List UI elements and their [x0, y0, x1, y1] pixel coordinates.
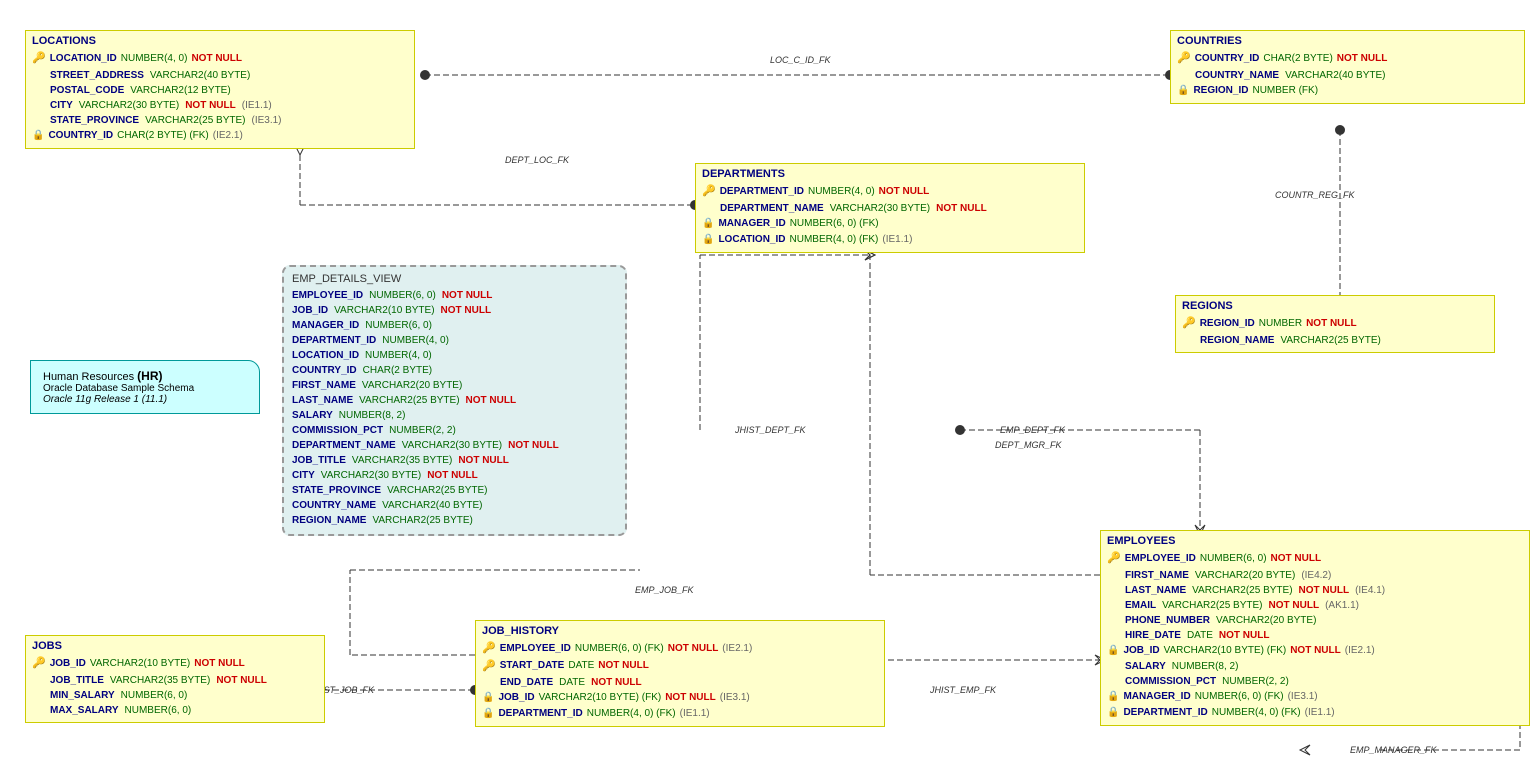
view-row-city: CITY VARCHAR2(30 BYTE) NOT NULL	[292, 468, 617, 483]
employees-row-ln: LAST_NAME VARCHAR2(25 BYTE) NOT NULL (IE…	[1107, 583, 1523, 598]
table-departments: DEPARTMENTS 🔑 DEPARTMENT_ID NUMBER(4, 0)…	[695, 163, 1085, 253]
locations-pk-row: 🔑 LOCATION_ID NUMBER(4, 0) NOT NULL	[32, 50, 408, 68]
key-icon-location-id: 🔑	[32, 50, 46, 68]
key-icon-emp-id: 🔑	[1107, 550, 1121, 568]
locations-row-street: STREET_ADDRESS VARCHAR2(40 BYTE)	[32, 68, 408, 83]
rel-emp-dept-fk: EMP_DEPT_FK	[1000, 425, 1065, 435]
lock-icon-mgr-id: 🔒	[702, 216, 714, 232]
view-row-jobid: JOB_ID VARCHAR2(10 BYTE) NOT NULL	[292, 303, 617, 318]
employees-row-fn: FIRST_NAME VARCHAR2(20 BYTE) (IE4.2)	[1107, 568, 1523, 583]
view-row-mgrid: MANAGER_ID NUMBER(6, 0)	[292, 318, 617, 333]
key-icon-dept-id: 🔑	[702, 183, 716, 201]
lock-icon-jh-dept: 🔒	[482, 706, 494, 722]
lock-icon-jh-job: 🔒	[482, 690, 494, 706]
rel-emp-job-fk: EMP_JOB_FK	[635, 585, 694, 595]
employees-row-dept: 🔒 DEPARTMENT_ID NUMBER(4, 0) (FK) (IE1.1…	[1107, 705, 1523, 721]
countries-row-region: 🔒 REGION_ID NUMBER (FK)	[1177, 83, 1518, 99]
view-row-deptname: DEPARTMENT_NAME VARCHAR2(30 BYTE) NOT NU…	[292, 438, 617, 453]
lock-icon-country-id: 🔒	[32, 128, 44, 144]
view-row-sal: SALARY NUMBER(8, 2)	[292, 408, 617, 423]
hr-label-line2: Oracle 11g Release 1 (11.1)	[43, 394, 247, 405]
view-row-fn: FIRST_NAME VARCHAR2(20 BYTE)	[292, 378, 617, 393]
jobs-row-title: JOB_TITLE VARCHAR2(35 BYTE) NOT NULL	[32, 673, 318, 688]
view-row-rname: REGION_NAME VARCHAR2(25 BYTE)	[292, 513, 617, 528]
countries-pk-row: 🔑 COUNTRY_ID CHAR(2 BYTE) NOT NULL	[1177, 50, 1518, 68]
employees-title: EMPLOYEES	[1107, 535, 1523, 547]
job-history-start-row: 🔑 START_DATE DATE NOT NULL	[482, 658, 878, 676]
view-row-comm: COMMISSION_PCT NUMBER(2, 2)	[292, 423, 617, 438]
departments-title: DEPARTMENTS	[702, 168, 1078, 180]
departments-pk-row: 🔑 DEPARTMENT_ID NUMBER(4, 0) NOT NULL	[702, 183, 1078, 201]
emp-details-view-title: EMP_DETAILS_VIEW	[292, 273, 617, 285]
rel-dept-mgr-fk: DEPT_MGR_FK	[995, 440, 1062, 450]
view-row-ln: LAST_NAME VARCHAR2(25 BYTE) NOT NULL	[292, 393, 617, 408]
erd-diagram: LOC_C_ID_FK DEPT_LOC_FK COUNTR_REG_FK JH…	[0, 0, 1536, 760]
job-history-dept-row: 🔒 DEPARTMENT_ID NUMBER(4, 0) (FK) (IE1.1…	[482, 706, 878, 722]
view-emp-details: EMP_DETAILS_VIEW EMPLOYEE_ID NUMBER(6, 0…	[282, 265, 627, 536]
job-history-job-row: 🔒 JOB_ID VARCHAR2(10 BYTE) (FK) NOT NULL…	[482, 690, 878, 706]
view-row-deptid: DEPARTMENT_ID NUMBER(4, 0)	[292, 333, 617, 348]
lock-icon-loc-id: 🔒	[702, 232, 714, 248]
jobs-row-min: MIN_SALARY NUMBER(6, 0)	[32, 688, 318, 703]
table-employees: EMPLOYEES 🔑 EMPLOYEE_ID NUMBER(6, 0) NOT…	[1100, 530, 1530, 726]
view-row-empid: EMPLOYEE_ID NUMBER(6, 0) NOT NULL	[292, 288, 617, 303]
job-history-end-row: END_DATE DATE NOT NULL	[482, 675, 878, 690]
jobs-row-max: MAX_SALARY NUMBER(6, 0)	[32, 703, 318, 718]
regions-pk-row: 🔑 REGION_ID NUMBER NOT NULL	[1182, 315, 1488, 333]
employees-row-commission: COMMISSION_PCT NUMBER(2, 2)	[1107, 674, 1523, 689]
hr-label-title: Human Resources (HR)	[43, 369, 247, 383]
employees-row-phone: PHONE_NUMBER VARCHAR2(20 BYTE)	[1107, 613, 1523, 628]
employees-row-hire: HIRE_DATE DATE NOT NULL	[1107, 628, 1523, 643]
view-row-cname: COUNTRY_NAME VARCHAR2(40 BYTE)	[292, 498, 617, 513]
lock-icon-region-id: 🔒	[1177, 83, 1189, 99]
rel-jhist-emp-fk: JHIST_EMP_FK	[930, 685, 996, 695]
employees-row-email: EMAIL VARCHAR2(25 BYTE) NOT NULL (AK1.1)	[1107, 598, 1523, 613]
regions-row-name: REGION_NAME VARCHAR2(25 BYTE)	[1182, 333, 1488, 348]
lock-icon-emp-mgr: 🔒	[1107, 689, 1119, 705]
departments-row-name: DEPARTMENT_NAME VARCHAR2(30 BYTE) NOT NU…	[702, 201, 1078, 216]
jobs-pk-row: 🔑 JOB_ID VARCHAR2(10 BYTE) NOT NULL	[32, 655, 318, 673]
rel-loc-c-id-fk: LOC_C_ID_FK	[770, 55, 831, 65]
departments-row-loc: 🔒 LOCATION_ID NUMBER(4, 0) (FK) (IE1.1)	[702, 232, 1078, 248]
key-icon-country-id: 🔑	[1177, 50, 1191, 68]
rel-jhist-dept-fk: JHIST_DEPT_FK	[735, 425, 806, 435]
hr-label-box: Human Resources (HR) Oracle Database Sam…	[30, 360, 260, 414]
view-row-ctryid: COUNTRY_ID CHAR(2 BYTE)	[292, 363, 617, 378]
countries-row-name: COUNTRY_NAME VARCHAR2(40 BYTE)	[1177, 68, 1518, 83]
key-icon-region-id: 🔑	[1182, 315, 1196, 333]
lock-icon-emp-dept: 🔒	[1107, 705, 1119, 721]
employees-row-salary: SALARY NUMBER(8, 2)	[1107, 659, 1523, 674]
view-row-jobtitle: JOB_TITLE VARCHAR2(35 BYTE) NOT NULL	[292, 453, 617, 468]
rel-dept-loc-fk: DEPT_LOC_FK	[505, 155, 569, 165]
key-icon-jh-start: 🔑	[482, 658, 496, 676]
locations-row-city: CITY VARCHAR2(30 BYTE) NOT NULL (IE1.1)	[32, 98, 408, 113]
regions-title: REGIONS	[1182, 300, 1488, 312]
table-locations: LOCATIONS 🔑 LOCATION_ID NUMBER(4, 0) NOT…	[25, 30, 415, 149]
key-icon-job-id: 🔑	[32, 655, 46, 673]
employees-pk-row: 🔑 EMPLOYEE_ID NUMBER(6, 0) NOT NULL	[1107, 550, 1523, 568]
rel-countr-reg-fk: COUNTR_REG_FK	[1275, 190, 1355, 200]
table-countries: COUNTRIES 🔑 COUNTRY_ID CHAR(2 BYTE) NOT …	[1170, 30, 1525, 104]
key-icon-jh-emp: 🔑	[482, 640, 496, 658]
locations-row-state: STATE_PROVINCE VARCHAR2(25 BYTE) (IE3.1)	[32, 113, 408, 128]
countries-title: COUNTRIES	[1177, 35, 1518, 47]
job-history-emp-row: 🔑 EMPLOYEE_ID NUMBER(6, 0) (FK) NOT NULL…	[482, 640, 878, 658]
lock-icon-emp-job: 🔒	[1107, 643, 1119, 659]
jobs-title: JOBS	[32, 640, 318, 652]
view-row-locid: LOCATION_ID NUMBER(4, 0)	[292, 348, 617, 363]
locations-row-country: 🔒 COUNTRY_ID CHAR(2 BYTE) (FK) (IE2.1)	[32, 128, 408, 144]
hr-label-line1: Oracle Database Sample Schema	[43, 383, 247, 394]
view-row-state: STATE_PROVINCE VARCHAR2(25 BYTE)	[292, 483, 617, 498]
table-jobs: JOBS 🔑 JOB_ID VARCHAR2(10 BYTE) NOT NULL…	[25, 635, 325, 723]
employees-row-mgr: 🔒 MANAGER_ID NUMBER(6, 0) (FK) (IE3.1)	[1107, 689, 1523, 705]
table-job-history: JOB_HISTORY 🔑 EMPLOYEE_ID NUMBER(6, 0) (…	[475, 620, 885, 727]
employees-row-job: 🔒 JOB_ID VARCHAR2(10 BYTE) (FK) NOT NULL…	[1107, 643, 1523, 659]
locations-row-postal: POSTAL_CODE VARCHAR2(12 BYTE)	[32, 83, 408, 98]
table-regions: REGIONS 🔑 REGION_ID NUMBER NOT NULL REGI…	[1175, 295, 1495, 353]
locations-title: LOCATIONS	[32, 35, 408, 47]
departments-row-mgr: 🔒 MANAGER_ID NUMBER(6, 0) (FK)	[702, 216, 1078, 232]
rel-emp-manager-fk: EMP_MANAGER_FK	[1350, 745, 1437, 755]
job-history-title: JOB_HISTORY	[482, 625, 878, 637]
